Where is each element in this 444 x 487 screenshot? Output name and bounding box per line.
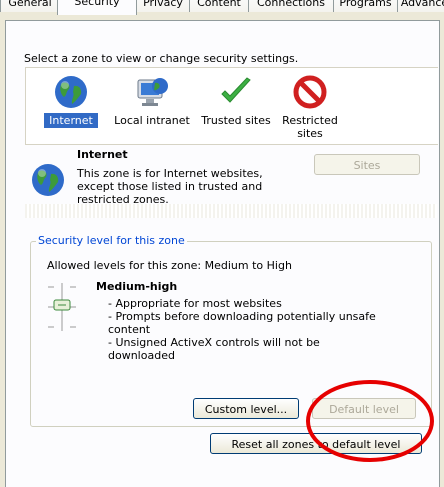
sites-button[interactable]: Sites [314, 154, 420, 175]
globe-icon [53, 74, 89, 110]
tab-advanced[interactable]: Advanced [397, 0, 444, 12]
reset-all-zones-button[interactable]: Reset all zones to default level [210, 433, 422, 454]
zone-list: Internet Local intranet Trusted sites Re… [25, 67, 438, 145]
group-label: Security level for this zone [36, 234, 187, 247]
zone-description: This zone is for Internet websites, exce… [77, 167, 263, 206]
tab-content[interactable]: Content [189, 0, 249, 12]
level-bullet: - Prompts before downloading potentially… [108, 310, 376, 336]
security-level-slider[interactable] [44, 283, 80, 331]
level-bullet: - Unsigned ActiveX controls will not be … [108, 336, 320, 362]
zone-label: Trusted sites [201, 114, 271, 127]
divider [25, 204, 437, 218]
tab-connections[interactable]: Connections [248, 0, 334, 12]
zone-internet[interactable]: Internet [43, 74, 99, 129]
zone-title: Internet [77, 148, 128, 161]
tab-privacy[interactable]: Privacy [136, 0, 190, 12]
globe-icon [30, 162, 66, 198]
intro-text: Select a zone to view or change security… [24, 52, 299, 65]
tab-general[interactable]: General [0, 0, 60, 12]
zone-label: Internet [43, 112, 99, 129]
zone-restricted-sites[interactable]: Restricted sites [278, 74, 342, 141]
restricted-icon [292, 74, 328, 110]
tab-programs[interactable]: Programs [333, 0, 398, 12]
checkmark-icon [218, 74, 254, 110]
custom-level-button[interactable]: Custom level... [193, 398, 299, 419]
allowed-levels-text: Allowed levels for this zone: Medium to … [47, 259, 292, 272]
tab-strip: General Security Privacy Content Connect… [0, 0, 444, 20]
level-name: Medium-high [96, 280, 178, 293]
zone-trusted-sites[interactable]: Trusted sites [198, 74, 274, 128]
internet-options-dialog: General Security Privacy Content Connect… [0, 0, 444, 487]
level-description: - Appropriate for most websites - Prompt… [108, 297, 388, 362]
tab-security[interactable]: Security [57, 0, 137, 15]
zone-local-intranet[interactable]: Local intranet [110, 74, 194, 128]
zone-label: Restricted sites [282, 114, 338, 140]
default-level-button[interactable]: Default level [312, 398, 416, 419]
level-bullet: - Appropriate for most websites [108, 297, 282, 310]
intranet-computer-icon [134, 74, 170, 110]
zone-label: Local intranet [114, 114, 190, 127]
